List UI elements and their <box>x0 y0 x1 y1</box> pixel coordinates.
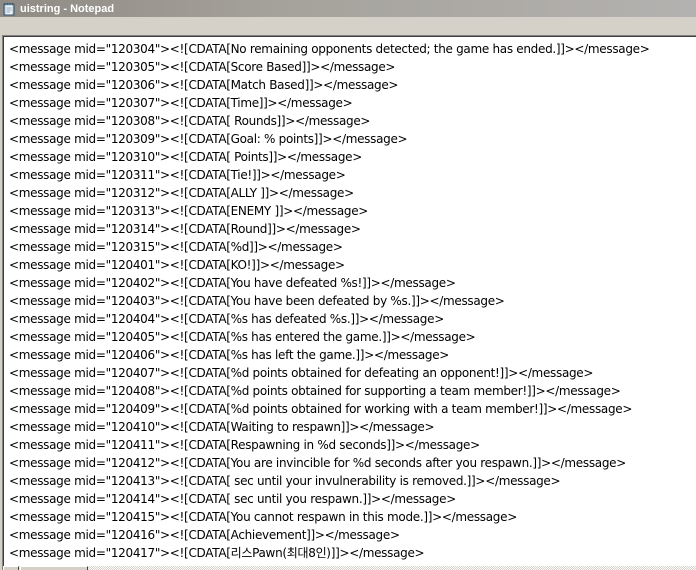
code-line: <message mid="120313"><![CDATA[ENEMY ]]>… <box>9 204 369 218</box>
horizontal-scrollbar[interactable]: ◄ <box>3 566 696 570</box>
notepad-window: uistring - Notepad <message mid="120304"… <box>0 0 696 570</box>
code-line: <message mid="120310"><![CDATA[ Points]]… <box>9 150 362 164</box>
notepad-icon <box>3 2 15 15</box>
code-line: <message mid="120406"><![CDATA[%s has le… <box>9 348 450 362</box>
code-line: <message mid="120304"><![CDATA[No remain… <box>9 42 650 56</box>
code-line: <message mid="120401"><![CDATA[KO!]]></m… <box>9 258 345 272</box>
code-line: <message mid="120409"><![CDATA[%d points… <box>9 402 633 416</box>
code-line: <message mid="120315"><![CDATA[%d]]></me… <box>9 240 343 254</box>
code-line: <message mid="120402"><![CDATA[You have … <box>9 276 456 290</box>
scrollbar-thumb[interactable] <box>20 566 88 570</box>
code-line: <message mid="120314"><![CDATA[Round]]><… <box>9 222 361 236</box>
code-line: <message mid="120417"><![CDATA[리스Pawn(최대… <box>9 546 425 560</box>
code-line: <message mid="120311"><![CDATA[Tie!]]></… <box>9 168 346 182</box>
code-line: <message mid="120308"><![CDATA[ Rounds]]… <box>9 114 371 128</box>
code-line: <message mid="120415"><![CDATA[You canno… <box>9 510 517 524</box>
code-line: <message mid="120312"><![CDATA[ALLY ]]><… <box>9 186 354 200</box>
code-line: <message mid="120413"><![CDATA[ sec unti… <box>9 474 561 488</box>
code-line: <message mid="120416"><![CDATA[Achieveme… <box>9 528 400 542</box>
code-line: <message mid="120307"><![CDATA[Time]]></… <box>9 96 353 110</box>
code-line: <message mid="120305"><![CDATA[Score Bas… <box>9 60 396 74</box>
code-line: <message mid="120411"><![CDATA[Respawnin… <box>9 438 480 452</box>
code-line: <message mid="120309"><![CDATA[Goal: % p… <box>9 132 408 146</box>
scroll-left-button[interactable]: ◄ <box>3 566 19 570</box>
code-line: <message mid="120412"><![CDATA[You are i… <box>9 456 626 470</box>
text-editor-area[interactable]: <message mid="120304"><![CDATA[No remain… <box>2 35 696 570</box>
code-line: <message mid="120405"><![CDATA[%s has en… <box>9 330 476 344</box>
code-line: <message mid="120404"><![CDATA[%s has de… <box>9 312 444 326</box>
title-bar[interactable]: uistring - Notepad <box>0 0 696 17</box>
code-line: <message mid="120407"><![CDATA[%d points… <box>9 366 594 380</box>
code-line: <message mid="120410"><![CDATA[Waiting t… <box>9 420 435 434</box>
editor-lines: <message mid="120304"><![CDATA[No remain… <box>3 36 696 570</box>
window-title: uistring - Notepad <box>20 2 115 15</box>
code-line: <message mid="120408"><![CDATA[%d points… <box>9 384 621 398</box>
code-line: <message mid="120414"><![CDATA[ sec unti… <box>9 492 456 506</box>
code-line: <message mid="120403"><![CDATA[You have … <box>9 294 505 308</box>
code-line: <message mid="120306"><![CDATA[Match Bas… <box>9 78 399 92</box>
